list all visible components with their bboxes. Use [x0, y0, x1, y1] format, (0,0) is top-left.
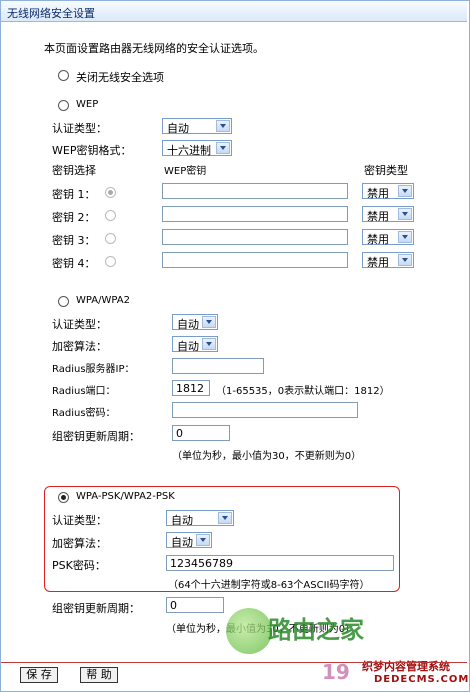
psk-enc-label: 加密算法：: [52, 537, 107, 550]
wep-key-header: WEP密钥: [164, 166, 207, 177]
key-1-radio[interactable]: [105, 187, 116, 198]
wep-format-value: 十六进制: [167, 144, 211, 157]
wpa-enc-label: 加密算法：: [52, 340, 107, 353]
watermark-number: 19: [322, 660, 350, 684]
key-1-label: 密钥 1：: [52, 188, 96, 201]
wpa-auth-value: 自动: [177, 318, 199, 331]
wep-format-label: WEP密钥格式：: [52, 144, 132, 157]
watermark-logo: [226, 608, 272, 654]
psk-group-key-label: 组密钥更新周期：: [52, 602, 140, 615]
key-3-radio[interactable]: [105, 233, 116, 244]
chevron-down-icon: [202, 338, 216, 350]
wpa-group-key-input[interactable]: 0: [172, 425, 230, 441]
chevron-down-icon: [202, 316, 216, 328]
psk-enc-select[interactable]: 自动: [166, 532, 212, 549]
watermark-url: DEDECMS.COM: [374, 674, 470, 685]
key-2-label: 密钥 2：: [52, 211, 96, 224]
wep-radio[interactable]: [58, 100, 69, 111]
psk-auth-label: 认证类型：: [52, 514, 107, 527]
psk-option-label: WPA-PSK/WPA2-PSK: [76, 491, 175, 502]
psk-password-label: PSK密码：: [52, 559, 106, 572]
key-1-type-select[interactable]: 禁用: [362, 183, 414, 200]
radius-port-label: Radius端口：: [52, 386, 116, 397]
key-type-header: 密钥类型: [364, 164, 408, 177]
key-4-type-select[interactable]: 禁用: [362, 252, 414, 269]
chevron-down-icon: [398, 208, 412, 220]
wep-label: WEP: [76, 99, 99, 110]
title-bar: 无线网络安全设置: [1, 1, 467, 22]
radius-ip-label: Radius服务器IP：: [52, 364, 135, 375]
key-4-input[interactable]: [162, 252, 348, 268]
wpa-auth-label: 认证类型：: [52, 318, 107, 331]
wpa-group-key-hint: （单位为秒，最小值为30，不更新则为0）: [172, 451, 362, 462]
key-2-type-select[interactable]: 禁用: [362, 206, 414, 223]
key-3-type-select[interactable]: 禁用: [362, 229, 414, 246]
psk-auth-value: 自动: [171, 514, 193, 527]
radius-ip-input[interactable]: [172, 358, 264, 374]
chevron-down-icon: [398, 231, 412, 243]
chevron-down-icon: [398, 185, 412, 197]
key-3-input[interactable]: [162, 229, 348, 245]
disable-security-radio[interactable]: [58, 70, 69, 81]
psk-password-hint: （64个十六进制字符或8-63个ASCII码字符）: [168, 580, 370, 591]
key-2-radio[interactable]: [105, 210, 116, 221]
wep-auth-select[interactable]: 自动: [162, 118, 232, 135]
chevron-down-icon: [218, 512, 232, 524]
key-2-type-value: 禁用: [367, 210, 389, 223]
key-3-label: 密钥 3：: [52, 234, 96, 247]
wpa-group-key-value: 0: [176, 427, 183, 440]
key-2-input[interactable]: [162, 206, 348, 222]
intro-text: 本页面设置路由器无线网络的安全认证选项。: [44, 42, 264, 55]
wep-auth-label: 认证类型：: [52, 122, 107, 135]
chevron-down-icon: [196, 534, 210, 546]
psk-enc-value: 自动: [171, 536, 193, 549]
wpa-label: WPA/WPA2: [76, 295, 130, 306]
radius-port-input[interactable]: 1812: [172, 380, 210, 396]
psk-auth-select[interactable]: 自动: [166, 510, 234, 527]
chevron-down-icon: [398, 254, 412, 266]
wpa-auth-select[interactable]: 自动: [172, 314, 218, 331]
psk-password-input[interactable]: 123456789: [166, 555, 394, 571]
radius-port-hint: （1-65535，0表示默认端口：1812）: [216, 386, 390, 397]
radius-password-input[interactable]: [172, 402, 358, 418]
radius-port-value: 1812: [176, 382, 204, 395]
key-3-type-value: 禁用: [367, 233, 389, 246]
wpa-enc-value: 自动: [177, 340, 199, 353]
key-4-radio[interactable]: [105, 256, 116, 267]
key-select-header: 密钥选择: [52, 164, 96, 177]
radius-password-label: Radius密码：: [52, 408, 116, 419]
watermark-brand: 路由之家: [268, 616, 364, 644]
watermark-cms: 织梦内容管理系统: [362, 660, 450, 673]
psk-password-value: 123456789: [170, 557, 233, 570]
save-button[interactable]: 保 存: [20, 667, 58, 683]
psk-group-key-value: 0: [170, 599, 177, 612]
chevron-down-icon: [216, 142, 230, 154]
wpa-group-key-label: 组密钥更新周期：: [52, 430, 140, 443]
wep-format-select[interactable]: 十六进制: [162, 140, 232, 157]
bottom-divider: [1, 662, 467, 663]
help-button[interactable]: 帮 助: [80, 667, 118, 683]
key-1-type-value: 禁用: [367, 187, 389, 200]
disable-security-label: 关闭无线安全选项: [76, 71, 164, 84]
chevron-down-icon: [216, 120, 230, 132]
psk-group-key-input[interactable]: 0: [166, 597, 224, 613]
key-4-label: 密钥 4：: [52, 257, 96, 270]
key-4-type-value: 禁用: [367, 256, 389, 269]
page-title: 无线网络安全设置: [7, 7, 95, 20]
psk-radio[interactable]: [58, 492, 69, 503]
wep-auth-value: 自动: [167, 122, 189, 135]
wpa-radio[interactable]: [58, 296, 69, 307]
key-1-input[interactable]: [162, 183, 348, 199]
wpa-enc-select[interactable]: 自动: [172, 336, 218, 353]
